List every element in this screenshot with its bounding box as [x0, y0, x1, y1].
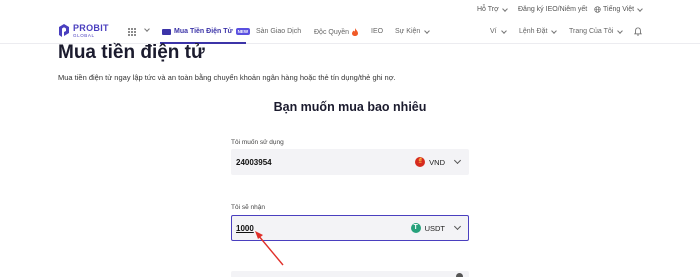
receive-label: Tôi sẽ nhận	[231, 204, 265, 211]
nav-item-label: IEO	[371, 28, 384, 35]
logo-sub-text: GLOBAL	[73, 33, 95, 38]
ieo-register-label: Đăng ký IEO/Niêm yết	[518, 6, 588, 13]
probit-logo[interactable]: PROBIT GLOBAL	[58, 24, 109, 39]
spend-amount-input[interactable]: 24003954	[236, 158, 272, 167]
chevron-down-icon	[501, 5, 508, 12]
ieo-register-link[interactable]: Đăng ký IEO/Niêm yết	[518, 6, 587, 13]
card-icon	[162, 28, 171, 35]
fire-icon	[352, 28, 359, 36]
nav-item-label: Độc Quyền	[314, 28, 350, 36]
nav-item-exchange[interactable]: Sàn Giao Dịch	[256, 28, 301, 35]
chevron-down-icon	[551, 27, 558, 34]
nav-item-wallet[interactable]: Ví	[490, 27, 507, 35]
nav-item-ieo[interactable]: IEO	[371, 28, 383, 35]
chevron-down-icon	[424, 27, 431, 34]
page-title: Mua tiền điện tử	[58, 42, 205, 63]
nav-item-exclusive[interactable]: Độc Quyền	[314, 28, 359, 36]
receive-currency-select[interactable]: USDT	[410, 222, 462, 233]
support-label: Hỗ Trợ	[477, 6, 499, 13]
nav-item-my-page[interactable]: Trang Của Tôi	[569, 27, 624, 35]
annotation-arrow-icon	[255, 231, 284, 266]
apps-grid-icon[interactable]	[128, 28, 136, 36]
payment-method-icon	[456, 273, 463, 277]
section-title: Bạn muốn mua bao nhiêu	[273, 100, 427, 114]
chevron-down-icon	[617, 27, 624, 34]
globe-icon	[594, 6, 601, 13]
chevron-down-icon	[453, 156, 462, 165]
spend-amount-field[interactable]: 24003954 VND	[231, 149, 469, 175]
language-menu[interactable]: Tiếng Việt	[594, 5, 643, 13]
page-description: Mua tiền điện tử ngay lập tức và an toàn…	[58, 73, 396, 82]
nav-item-label: Mua Tiền Điện Tử	[174, 28, 233, 35]
support-menu[interactable]: Hỗ Trợ	[477, 5, 508, 13]
bell-icon[interactable]	[634, 27, 642, 36]
chevron-down-icon[interactable]	[144, 26, 150, 32]
chevron-down-icon	[637, 5, 643, 12]
chevron-down-icon	[453, 222, 462, 231]
spend-currency-select[interactable]: VND	[415, 156, 462, 167]
top-utility-bar: Hỗ Trợ Đăng ký IEO/Niêm yết Tiếng Việt	[0, 0, 700, 20]
new-badge: NEW	[235, 28, 251, 35]
nav-item-label: Lệnh Đặt	[519, 28, 548, 35]
probit-logo-icon	[59, 24, 69, 38]
nav-item-orders[interactable]: Lệnh Đặt	[519, 27, 558, 35]
logo-main-text: PROBIT	[73, 23, 109, 33]
spend-currency-label: VND	[429, 157, 445, 167]
nav-item-label: Sàn Giao Dịch	[256, 28, 302, 35]
chevron-down-icon	[500, 27, 507, 34]
payment-method-field[interactable]	[231, 271, 469, 277]
main-nav: PROBIT GLOBAL Mua Tiền Điện Tử NEW Sàn G…	[0, 20, 700, 44]
nav-item-label: Sự Kiện	[395, 28, 421, 35]
nav-item-buy-crypto[interactable]: Mua Tiền Điện Tử NEW	[162, 28, 251, 35]
vnd-coin-icon	[415, 157, 426, 167]
language-label: Tiếng Việt	[603, 6, 635, 13]
receive-currency-label: USDT	[424, 223, 445, 233]
nav-item-label: Ví	[490, 28, 497, 35]
usdt-coin-icon	[410, 223, 421, 233]
spend-label: Tôi muốn sử dụng	[231, 139, 284, 146]
nav-item-label: Trang Của Tôi	[569, 28, 614, 35]
nav-item-events[interactable]: Sự Kiện	[395, 27, 431, 35]
